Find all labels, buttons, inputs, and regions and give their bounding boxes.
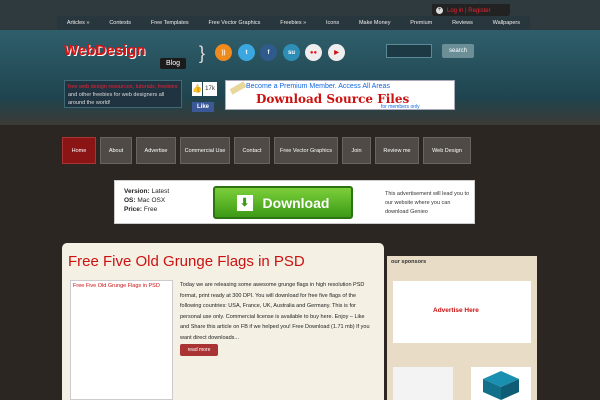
main-menu: Home About Advertise Commercial Use Cont… <box>62 137 471 164</box>
advertisement[interactable]: Version: Latest OS: Mac OSX Price: Free … <box>114 180 475 224</box>
menu-free-vector-graphics[interactable]: Free Vector Graphics <box>274 137 338 164</box>
logo-blog-tag: Blog <box>160 58 186 69</box>
stumbleupon-icon[interactable]: su <box>283 44 300 61</box>
menu-join[interactable]: Join <box>342 137 371 164</box>
ad-specs: Version: Latest OS: Mac OSX Price: Free <box>124 187 169 214</box>
nav-wallpapers[interactable]: Wallpapers <box>493 20 520 26</box>
twitter-icon[interactable]: t <box>238 44 255 61</box>
download-label: Download <box>262 194 330 211</box>
site-logo[interactable]: WebDesign <box>64 42 145 59</box>
like-button[interactable]: Like <box>192 102 214 112</box>
nav-icons[interactable]: Icons <box>326 20 339 26</box>
sponsors-sidebar: our sponsors Advertise Here <box>387 256 537 400</box>
like-count: 17k <box>203 82 217 96</box>
nav-reviews[interactable]: Reviews <box>452 20 473 26</box>
box-icon <box>483 371 519 400</box>
search-input[interactable] <box>386 44 432 58</box>
nav-freebies[interactable]: Freebies » <box>280 20 306 26</box>
sponsors-heading: our sponsors <box>391 259 427 265</box>
advertise-box[interactable]: Advertise Here <box>393 281 531 343</box>
os-label: OS: <box>124 197 136 204</box>
facebook-like-box[interactable]: 👍 17k Like <box>192 82 217 114</box>
site-tagline: free web design resources, tutorials, fr… <box>64 80 182 108</box>
nav-free-templates[interactable]: Free Templates <box>151 20 189 26</box>
post-card: Free Five Old Grunge Flags in PSD Free F… <box>62 243 384 400</box>
sponsor-image-2[interactable] <box>471 367 531 400</box>
download-button[interactable]: ⬇ Download <box>213 186 353 219</box>
menu-contact[interactable]: Contact <box>234 137 270 164</box>
post-thumbnail[interactable]: Free Five Old Grunge Flags in PSD <box>70 280 173 400</box>
facebook-icon[interactable]: f <box>260 44 277 61</box>
login-register-label[interactable]: Log in | Register <box>447 8 491 14</box>
rss-icon[interactable]: )) <box>215 44 232 61</box>
flickr-icon[interactable]: ●● <box>305 44 322 61</box>
banner-headline: Become a Premium Member. Access All Area… <box>246 83 390 90</box>
banner-subtext: for members only <box>381 104 420 110</box>
user-plus-icon: + <box>436 7 443 14</box>
nav-free-vector-graphics[interactable]: Free Vector Graphics <box>208 20 260 26</box>
post-title[interactable]: Free Five Old Grunge Flags in PSD <box>68 253 305 270</box>
tagline-highlight: free web design resources, tutorials, fr… <box>68 84 178 90</box>
download-arrow-icon: ⬇ <box>236 194 253 211</box>
nav-premium[interactable]: Premium <box>410 20 432 26</box>
brace-ornament: } <box>199 43 206 63</box>
menu-web-design[interactable]: Web Design <box>423 137 471 164</box>
thumbs-up-icon: 👍 <box>192 82 202 96</box>
price-label: Price: <box>124 206 143 213</box>
tagline-text: and other freebies for web designers all… <box>68 92 165 106</box>
os-value: Mac OSX <box>137 197 166 204</box>
tape-decoration <box>229 81 247 95</box>
version-value: Latest <box>151 188 170 195</box>
nav-articles[interactable]: Articles » <box>67 20 90 26</box>
advertise-label[interactable]: Advertise Here <box>433 307 479 314</box>
menu-commercial-use[interactable]: Commercial Use <box>180 137 230 164</box>
nav-contests[interactable]: Contests <box>109 20 131 26</box>
menu-about[interactable]: About <box>100 137 132 164</box>
search-button[interactable]: search <box>442 44 474 58</box>
version-label: Version: <box>124 188 150 195</box>
read-more-button[interactable]: read more <box>180 344 218 356</box>
menu-home[interactable]: Home <box>62 137 96 164</box>
youtube-icon[interactable]: ▶ <box>328 44 345 61</box>
ad-note: This advertisement will lead you to our … <box>385 191 470 215</box>
price-value: Free <box>143 206 158 213</box>
post-excerpt: Today we are releasing some awesome grun… <box>180 282 370 341</box>
sponsor-image-1[interactable] <box>393 367 453 400</box>
menu-review-me[interactable]: Review me <box>375 137 419 164</box>
thumbnail-caption[interactable]: Free Five Old Grunge Flags in PSD <box>73 283 160 289</box>
top-navigation: Articles » Contests Free Templates Free … <box>57 16 530 30</box>
premium-banner[interactable]: Become a Premium Member. Access All Area… <box>225 80 455 110</box>
nav-make-money[interactable]: Make Money <box>359 20 391 26</box>
menu-advertise[interactable]: Advertise <box>136 137 176 164</box>
